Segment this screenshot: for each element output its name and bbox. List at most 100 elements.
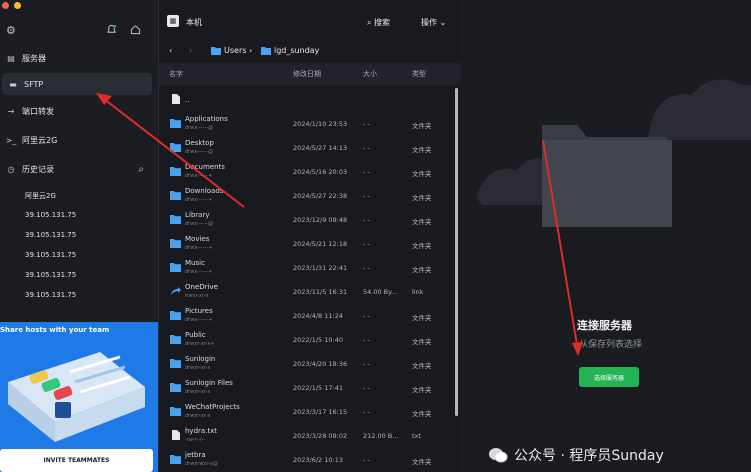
folder-icon xyxy=(211,46,221,55)
file-permissions: drwxr-xr-x xyxy=(185,389,211,395)
file-row[interactable]: Sunlogin drwxr-xr-x 2023/4/20 18:36 - - 文件夹 xyxy=(159,352,454,376)
forward-button[interactable]: › xyxy=(189,44,192,56)
file-row[interactable]: Library drwx------@ 2023/12/9 09:48 - - 文件夹 xyxy=(159,208,454,232)
home-icon[interactable] xyxy=(130,24,141,38)
breadcrumb-users[interactable]: Users xyxy=(211,44,246,56)
search-label: 搜索 xyxy=(374,18,391,27)
column-date[interactable]: 修改日期 xyxy=(293,69,321,79)
file-permissions: drwx------+ xyxy=(185,317,213,323)
file-row[interactable]: Pictures drwx------+ 2024/4/8 11:24 - - 文件夹 xyxy=(159,304,454,328)
file-size: - - xyxy=(363,264,370,272)
sidebar-item-aliyun[interactable]: >_ 阿里云2G xyxy=(0,129,152,151)
minimize-window-button[interactable] xyxy=(14,2,21,9)
sidebar-item-label: SFTP xyxy=(24,79,44,89)
file-modified-date: 2023/1/31 22:41 xyxy=(293,264,348,272)
file-size: - - xyxy=(363,216,370,224)
file-size: - - xyxy=(363,144,370,152)
file-list-scrollbar[interactable] xyxy=(455,88,458,416)
file-type: link xyxy=(412,288,424,296)
search-button[interactable]: ⌕ 搜索 xyxy=(367,17,390,28)
history-item[interactable]: 阿里云2G xyxy=(25,191,56,201)
history-item[interactable]: 39.105.131.75 xyxy=(25,251,76,259)
file-permissions: lrwxr-xr-x xyxy=(185,293,209,299)
file-row[interactable]: jetbra drwxrwxr-x@ 2023/6/2 10:13 - - 文件夹 xyxy=(159,448,454,472)
watermark: 公众号 · 程序员Sunday xyxy=(488,445,664,465)
file-type: 文件夹 xyxy=(412,314,432,322)
file-row[interactable]: .. xyxy=(159,88,454,112)
file-row[interactable]: Movies drwx------+ 2024/5/21 12:18 - - 文件夹 xyxy=(159,232,454,256)
folder-icon xyxy=(170,119,181,128)
sidebar-item-servers[interactable]: ▤ 服务器 xyxy=(0,47,152,69)
history-item[interactable]: 39.105.131.75 xyxy=(25,231,76,239)
file-type: 文件夹 xyxy=(412,218,432,226)
history-item[interactable]: 39.105.131.75 xyxy=(25,271,76,279)
terminal-icon: >_ xyxy=(5,135,17,145)
file-name: Music xyxy=(185,259,205,267)
file-modified-date: 2022/1/5 10:40 xyxy=(293,336,343,344)
file-row[interactable]: Desktop drwx------@ 2024/5/27 14:13 - - 文件夹 xyxy=(159,136,454,160)
file-type: 文件夹 xyxy=(412,242,432,250)
sidebar-item-sftp[interactable]: ▬ SFTP xyxy=(2,73,152,95)
search-icon[interactable]: ⌕ xyxy=(138,164,144,175)
settings-gear-icon[interactable]: ⚙ xyxy=(6,24,16,37)
folder-icon xyxy=(170,167,181,176)
file-size: - - xyxy=(363,312,370,320)
invite-teammates-button[interactable]: INVITE TEAMMATES xyxy=(0,449,153,472)
file-type: txt xyxy=(412,432,421,440)
app-window: ⚙ ▤ 服务器 ▬ SFTP → 端口转发 >_ 阿里云2G ◷ 历史记录 ⌕ … xyxy=(0,0,751,472)
file-row[interactable]: Public drwxr-xr-x+ 2022/1/5 10:40 - - 文件夹 xyxy=(159,328,454,352)
file-row[interactable]: hydra.txt -rw-r--r-- 2023/3/28 09:02 212.00… xyxy=(159,424,454,448)
sidebar-item-port-forward[interactable]: → 端口转发 xyxy=(0,100,152,122)
file-size: - - xyxy=(363,240,370,248)
breadcrumb-label: Users xyxy=(224,45,247,55)
history-header: ◷ 历史记录 ⌕ xyxy=(0,158,152,180)
breadcrumb-separator: › xyxy=(249,45,253,55)
folder-icon xyxy=(170,215,181,224)
file-name: Movies xyxy=(185,235,210,243)
history-item[interactable]: 39.105.131.75 xyxy=(25,291,76,299)
file-permissions: drwx------@ xyxy=(185,221,214,227)
actions-dropdown[interactable]: 操作 ⌄ xyxy=(421,17,446,28)
file-type: 文件夹 xyxy=(412,458,432,466)
bell-icon[interactable] xyxy=(106,24,117,38)
history-title: 历史记录 xyxy=(22,164,54,174)
file-permissions: drwx------+ xyxy=(185,245,213,251)
file-size: - - xyxy=(363,168,370,176)
column-size[interactable]: 大小 xyxy=(363,69,377,79)
connect-panel: 连接服务器 从保存列表选择 选择服务器 xyxy=(462,0,751,472)
folder-icon xyxy=(170,455,181,464)
folder-icon xyxy=(170,263,181,272)
sidebar-item-label: 服务器 xyxy=(22,53,46,63)
column-name[interactable]: 名字 xyxy=(169,69,183,79)
file-modified-date: 2023/3/17 16:15 xyxy=(293,408,348,416)
file-permissions: drwx------+ xyxy=(185,269,213,275)
actions-label: 操作 xyxy=(421,18,437,27)
file-row[interactable]: Downloads drwx------+ 2024/5/27 22:38 - - 文件… xyxy=(159,184,454,208)
server-icon: ▤ xyxy=(7,53,15,63)
link-arrow-icon xyxy=(171,287,181,295)
file-size: - - xyxy=(363,336,370,344)
file-size: 212.00 B... xyxy=(363,432,399,440)
close-window-button[interactable] xyxy=(2,2,9,9)
file-row[interactable]: Music drwx------+ 2023/1/31 22:41 - - 文件夹 xyxy=(159,256,454,280)
file-icon xyxy=(172,94,180,104)
file-row[interactable]: OneDrive lrwxr-xr-x 2023/11/5 16:31 54.00 B… xyxy=(159,280,454,304)
history-item[interactable]: 39.105.131.75 xyxy=(25,211,76,219)
file-name: Documents xyxy=(185,163,225,171)
file-row[interactable]: Documents drwx------+ 2024/5/16 20:03 - - 文件… xyxy=(159,160,454,184)
file-name: OneDrive xyxy=(185,283,218,291)
file-name: hydra.txt xyxy=(185,427,218,435)
file-row[interactable]: Applications drwx------@ 2024/1/10 23:53 - … xyxy=(159,112,454,136)
file-row[interactable]: WeChatProjects drwxr-xr-x 2023/3/17 16:15 -… xyxy=(159,400,454,424)
select-server-button[interactable]: 选择服务器 xyxy=(579,367,639,387)
file-row[interactable]: Sunlogin Files drwxr-xr-x 2022/1/5 17:41 - … xyxy=(159,376,454,400)
file-name: Desktop xyxy=(185,139,214,147)
local-machine-icon: ▦ xyxy=(167,15,179,27)
breadcrumb-current[interactable]: lgd_sunday xyxy=(261,44,319,56)
file-size: 54.00 By... xyxy=(363,288,398,296)
folder-icon xyxy=(170,383,181,392)
folder-icon xyxy=(170,239,181,248)
back-button[interactable]: ‹ xyxy=(169,44,172,56)
file-name: WeChatProjects xyxy=(185,403,240,411)
column-type[interactable]: 类型 xyxy=(412,69,426,79)
